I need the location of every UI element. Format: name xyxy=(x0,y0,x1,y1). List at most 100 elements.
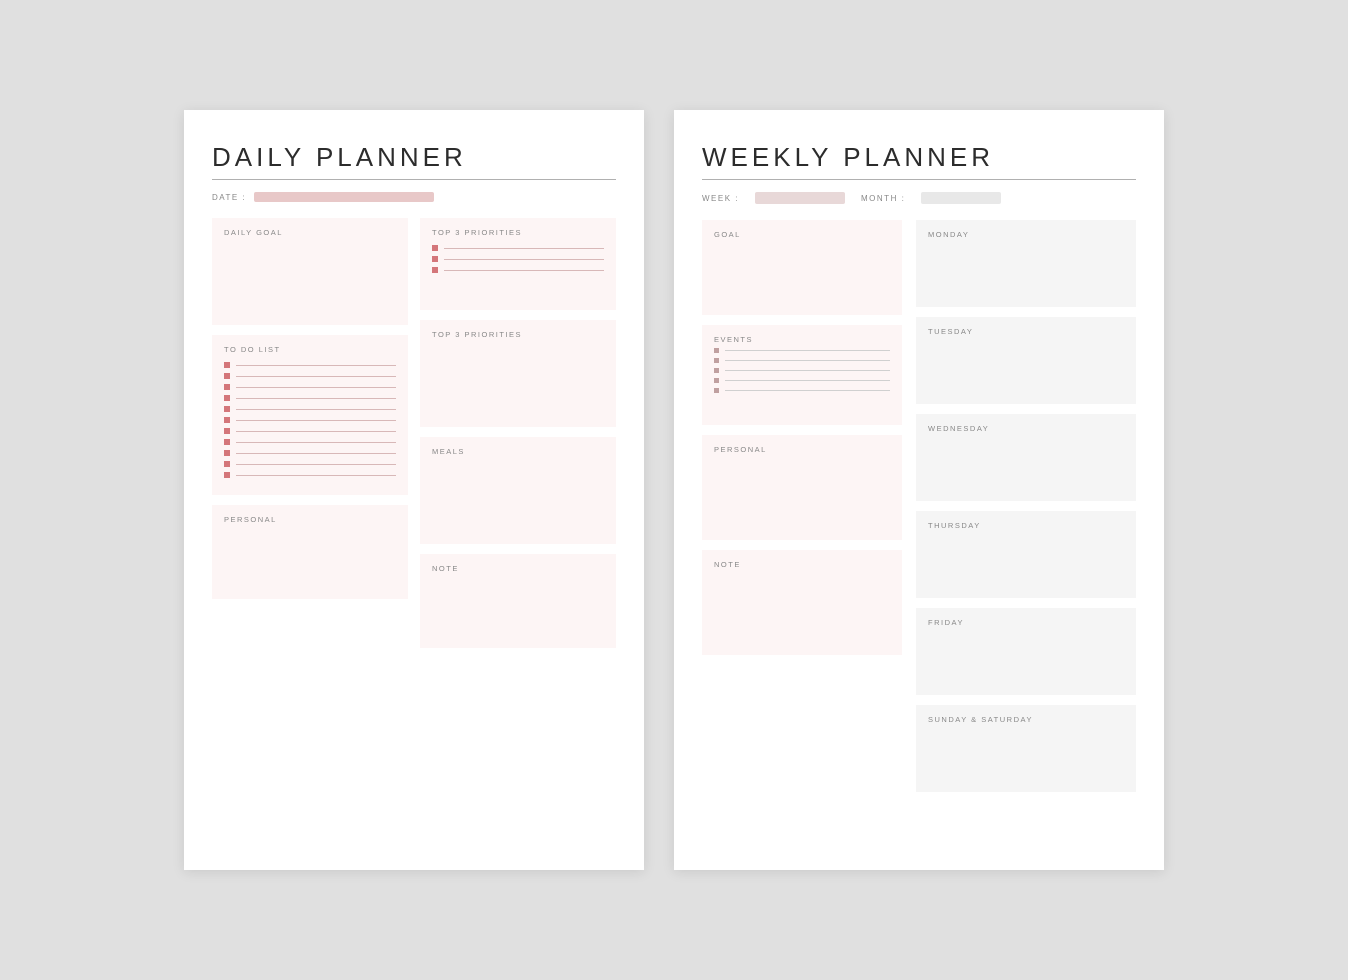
week-input[interactable] xyxy=(755,192,845,204)
list-line xyxy=(236,431,396,432)
event-line xyxy=(725,390,890,391)
top-priorities-1-label: TOP 3 PRIORITIES xyxy=(432,228,604,237)
monday-section: MONDAY xyxy=(916,220,1136,307)
events-section: EVENTS xyxy=(702,325,902,425)
todo-label: TO DO LIST xyxy=(224,345,396,354)
top-priorities-1-section: TOP 3 PRIORITIES xyxy=(420,218,616,310)
sunday-saturday-section: SUNDAY & SATURDAY xyxy=(916,705,1136,792)
month-input[interactable] xyxy=(921,192,1001,204)
list-item xyxy=(224,428,396,434)
wednesday-label: WEDNESDAY xyxy=(928,424,1124,433)
tuesday-label: TUESDAY xyxy=(928,327,1124,336)
bullet-icon xyxy=(224,384,230,390)
daily-two-col: DAILY GOAL TO DO LIST xyxy=(212,218,616,658)
event-line xyxy=(725,360,890,361)
event-bullet xyxy=(714,368,719,373)
weekly-left-col: GOAL EVENTS PERSONAL xyxy=(702,220,902,802)
weekly-columns: GOAL EVENTS PERSONAL xyxy=(702,220,1136,802)
date-label: DATE : xyxy=(212,193,246,202)
daily-planner-title: DAILY PLANNER xyxy=(212,142,616,173)
weekly-note-label: NOTE xyxy=(714,560,890,569)
list-item xyxy=(224,406,396,412)
list-item xyxy=(224,362,396,368)
tuesday-section: TUESDAY xyxy=(916,317,1136,404)
list-line xyxy=(236,409,396,410)
list-line xyxy=(236,475,396,476)
priority-bullet xyxy=(432,256,438,262)
event-item xyxy=(714,378,890,383)
list-item xyxy=(224,417,396,423)
event-bullet xyxy=(714,388,719,393)
date-row: DATE : xyxy=(212,192,616,202)
meals-label: MEALS xyxy=(432,447,604,456)
daily-planner-card: DAILY PLANNER DATE : DAILY GOAL TO DO LI… xyxy=(184,110,644,870)
list-item xyxy=(224,439,396,445)
list-line xyxy=(236,387,396,388)
priority-item xyxy=(432,245,604,251)
priority-line xyxy=(444,248,604,249)
weekly-right-col: MONDAY TUESDAY WEDNESDAY THURSDAY xyxy=(916,220,1136,802)
daily-right-col: TOP 3 PRIORITIES TOP 3 PRIORITIES MEALS xyxy=(420,218,616,658)
weekly-personal-label: PERSONAL xyxy=(714,445,890,454)
weekly-planner-title: WEEKLY PLANNER xyxy=(702,142,1136,173)
list-line xyxy=(236,420,396,421)
list-item xyxy=(224,373,396,379)
bullet-icon xyxy=(224,395,230,401)
daily-note-label: NOTE xyxy=(432,564,604,573)
top-priorities-2-label: TOP 3 PRIORITIES xyxy=(432,330,604,339)
list-line xyxy=(236,365,396,366)
list-item xyxy=(224,395,396,401)
list-item xyxy=(224,450,396,456)
friday-section: FRIDAY xyxy=(916,608,1136,695)
list-line xyxy=(236,376,396,377)
month-label: MONTH : xyxy=(861,194,905,203)
priority-line xyxy=(444,259,604,260)
list-line xyxy=(236,464,396,465)
friday-label: FRIDAY xyxy=(928,618,1124,627)
bullet-icon xyxy=(224,439,230,445)
daily-note-section: NOTE xyxy=(420,554,616,648)
daily-goal-section: DAILY GOAL xyxy=(212,218,408,325)
daily-personal-label: PERSONAL xyxy=(224,515,396,524)
bullet-icon xyxy=(224,417,230,423)
bullet-icon xyxy=(224,461,230,467)
priority-bullet xyxy=(432,245,438,251)
weekly-note-section: NOTE xyxy=(702,550,902,655)
title-divider xyxy=(212,179,616,180)
list-line xyxy=(236,398,396,399)
events-label: EVENTS xyxy=(714,335,890,344)
event-line xyxy=(725,380,890,381)
priority-line xyxy=(444,270,604,271)
top-priorities-2-section: TOP 3 PRIORITIES xyxy=(420,320,616,427)
list-item xyxy=(224,472,396,478)
event-line xyxy=(725,370,890,371)
weekly-personal-section: PERSONAL xyxy=(702,435,902,540)
bullet-icon xyxy=(224,450,230,456)
bullet-icon xyxy=(224,373,230,379)
event-line xyxy=(725,350,890,351)
weekly-title-divider xyxy=(702,179,1136,180)
daily-personal-section: PERSONAL xyxy=(212,505,408,599)
event-item xyxy=(714,358,890,363)
list-line xyxy=(236,442,396,443)
monday-label: MONDAY xyxy=(928,230,1124,239)
priority-item xyxy=(432,256,604,262)
bullet-icon xyxy=(224,428,230,434)
event-item xyxy=(714,348,890,353)
event-bullet xyxy=(714,358,719,363)
event-item xyxy=(714,368,890,373)
event-item xyxy=(714,388,890,393)
date-input-line[interactable] xyxy=(254,192,434,202)
list-item xyxy=(224,384,396,390)
page-container: DAILY PLANNER DATE : DAILY GOAL TO DO LI… xyxy=(184,110,1164,870)
week-month-row: WEEK : MONTH : xyxy=(702,192,1136,204)
daily-left-col: DAILY GOAL TO DO LIST xyxy=(212,218,408,658)
sunday-saturday-label: SUNDAY & SATURDAY xyxy=(928,715,1124,724)
week-label: WEEK : xyxy=(702,194,739,203)
list-item xyxy=(224,461,396,467)
wednesday-section: WEDNESDAY xyxy=(916,414,1136,501)
list-line xyxy=(236,453,396,454)
bullet-icon xyxy=(224,362,230,368)
event-bullet xyxy=(714,378,719,383)
thursday-label: THURSDAY xyxy=(928,521,1124,530)
